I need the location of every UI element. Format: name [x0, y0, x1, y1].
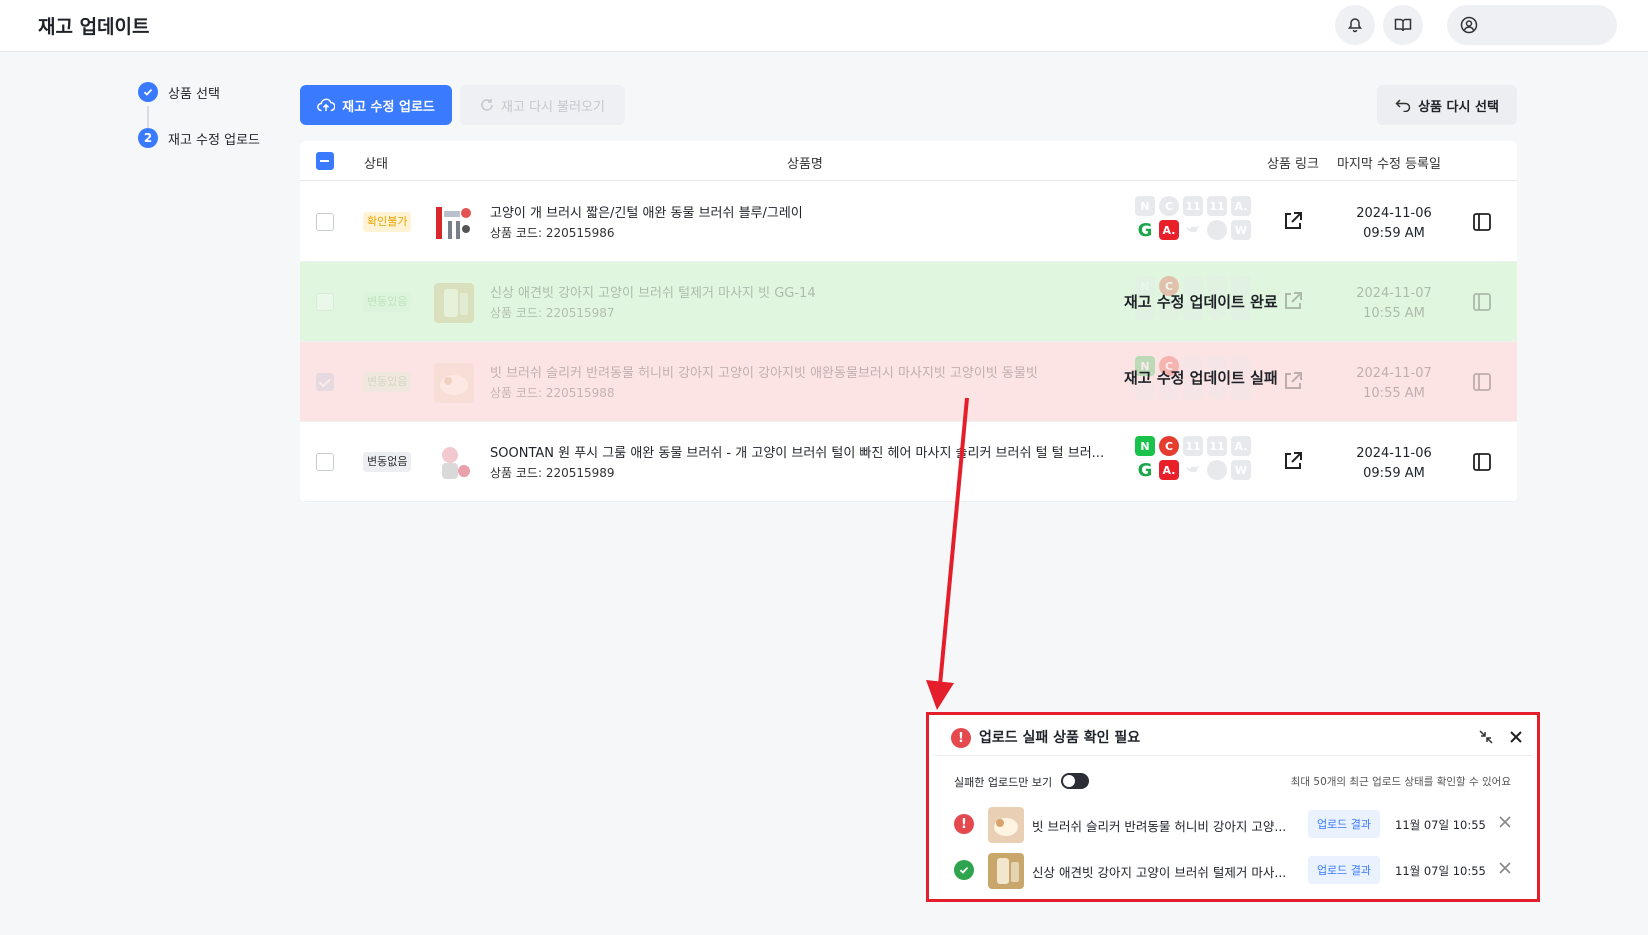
upload-failure-toast: ! 업로드 실패 상품 확인 필요 실패한 업로드만 보기 최대 50개의 최근…: [933, 719, 1533, 895]
item-time: 11월 07일 10:55: [1395, 864, 1486, 878]
divider: [933, 755, 1533, 756]
item-name: 신상 애견빗 강아지 고양이 브러쉬 털제거 마사...: [1032, 865, 1287, 880]
upload-result-button[interactable]: 업로드 결과: [1308, 856, 1380, 884]
annotation-highlight-frame: ! 업로드 실패 상품 확인 필요 실패한 업로드만 보기 최대 50개의 최근…: [926, 712, 1540, 902]
item-time: 11월 07일 10:55: [1395, 818, 1486, 832]
list-item: 신상 애견빗 강아지 고양이 브러쉬 털제거 마사... 업로드 결과 11월 …: [933, 847, 1533, 891]
minimize-icon[interactable]: [1478, 729, 1494, 745]
product-thumbnail: [988, 807, 1024, 843]
toast-title: 업로드 실패 상품 확인 필요: [979, 730, 1141, 746]
error-icon: !: [954, 814, 974, 834]
close-icon[interactable]: [1498, 861, 1512, 875]
failed-only-label: 실패한 업로드만 보기: [954, 776, 1053, 789]
success-check-icon: [954, 860, 974, 880]
item-name: 빗 브러쉬 슬리커 반려동물 허니비 강아지 고양...: [1032, 819, 1287, 834]
error-icon: !: [951, 728, 971, 748]
close-icon[interactable]: [1508, 729, 1524, 745]
upload-result-button[interactable]: 업로드 결과: [1308, 810, 1380, 838]
failed-only-toggle[interactable]: [1061, 773, 1089, 789]
toast-note: 최대 50개의 최근 업로드 상태를 확인할 수 있어요: [1290, 776, 1511, 788]
close-icon[interactable]: [1498, 815, 1512, 829]
list-item: ! 빗 브러쉬 슬리커 반려동물 허니비 강아지 고양... 업로드 결과 11…: [933, 801, 1533, 845]
product-thumbnail: [988, 853, 1024, 889]
